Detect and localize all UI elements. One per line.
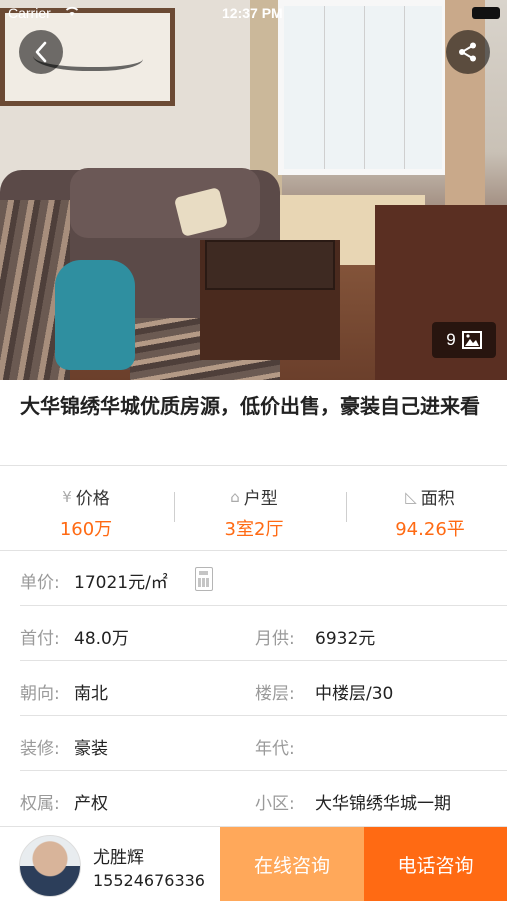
divider [20, 660, 507, 661]
photo-backpack [55, 260, 135, 370]
divider [20, 715, 507, 716]
divider [20, 605, 507, 606]
house-icon: ⌂ [230, 487, 240, 506]
decoration-value: 豪装 [74, 739, 108, 759]
share-icon [459, 42, 476, 62]
community-label: 小区: [255, 794, 295, 814]
back-button[interactable] [19, 30, 63, 74]
photo-count-badge[interactable]: 9 [432, 322, 496, 358]
divider [20, 770, 507, 771]
unit-price-value: 17021元/㎡ [74, 573, 168, 593]
image-icon [461, 331, 482, 349]
decoration-label: 装修: [20, 739, 60, 759]
bottom-bar: 尤胜辉 15524676336 在线咨询 电话咨询 [0, 826, 507, 901]
wifi-icon [64, 4, 80, 21]
online-consult-button[interactable]: 在线咨询 [220, 827, 364, 901]
unit-price-label: 单价: [20, 573, 60, 593]
chevron-left-icon [35, 41, 47, 63]
floor-value: 中楼层/30 [315, 684, 394, 704]
orientation-value: 南北 [74, 684, 108, 704]
agent-name: 尤胜辉 [93, 848, 144, 868]
down-payment-label: 首付: [20, 629, 60, 649]
stat-separator [346, 492, 347, 522]
stat-layout-label: 户型 [243, 489, 278, 509]
ownership-label: 权属: [20, 794, 60, 814]
stat-separator [174, 492, 175, 522]
stat-layout: ⌂ 户型 3室2厅 [179, 484, 329, 541]
share-button[interactable] [446, 30, 490, 74]
photo-sofa-back [70, 168, 260, 238]
stat-area-label: 面积 [420, 489, 455, 509]
photo-count-number: 9 [446, 330, 456, 349]
divider [0, 465, 507, 466]
community-value[interactable]: 大华锦绣华城一期 [315, 789, 451, 814]
stat-area: ◺ 面积 94.26平 [355, 484, 505, 541]
listing-photo[interactable] [0, 0, 507, 380]
stat-price: ¥ 价格 160万 [11, 484, 161, 541]
down-payment-value: 48.0万 [74, 629, 129, 649]
photo-tabletop [205, 240, 335, 290]
carrier-label: Carrier [8, 5, 51, 21]
stat-price-value: 160万 [59, 519, 113, 540]
phone-consult-button[interactable]: 电话咨询 [364, 827, 507, 901]
status-time: 12:37 PM [222, 5, 283, 21]
year-label: 年代: [255, 739, 295, 759]
monthly-payment-label: 月供: [255, 629, 295, 649]
divider [0, 550, 507, 551]
agent-avatar[interactable] [19, 835, 81, 897]
orientation-label: 朝向: [20, 684, 60, 704]
photo-window [278, 0, 448, 175]
status-bar: Carrier 12:37 PM [0, 0, 507, 26]
agent-phone: 15524676336 [93, 871, 205, 890]
stat-layout-value: 3室2厅 [224, 519, 284, 540]
monthly-payment-value: 6932元 [315, 629, 376, 649]
stat-price-label: 价格 [75, 489, 110, 509]
battery-icon [472, 7, 500, 19]
yen-icon: ¥ [62, 487, 72, 506]
listing-title: 大华锦绣华城优质房源，低价出售，豪装自己进来看 [20, 394, 480, 418]
floor-label: 楼层: [255, 684, 295, 704]
ownership-value: 产权 [74, 794, 108, 814]
stat-area-value: 94.26平 [395, 519, 465, 540]
area-icon: ◺ [405, 487, 417, 506]
calculator-icon[interactable] [195, 567, 213, 591]
